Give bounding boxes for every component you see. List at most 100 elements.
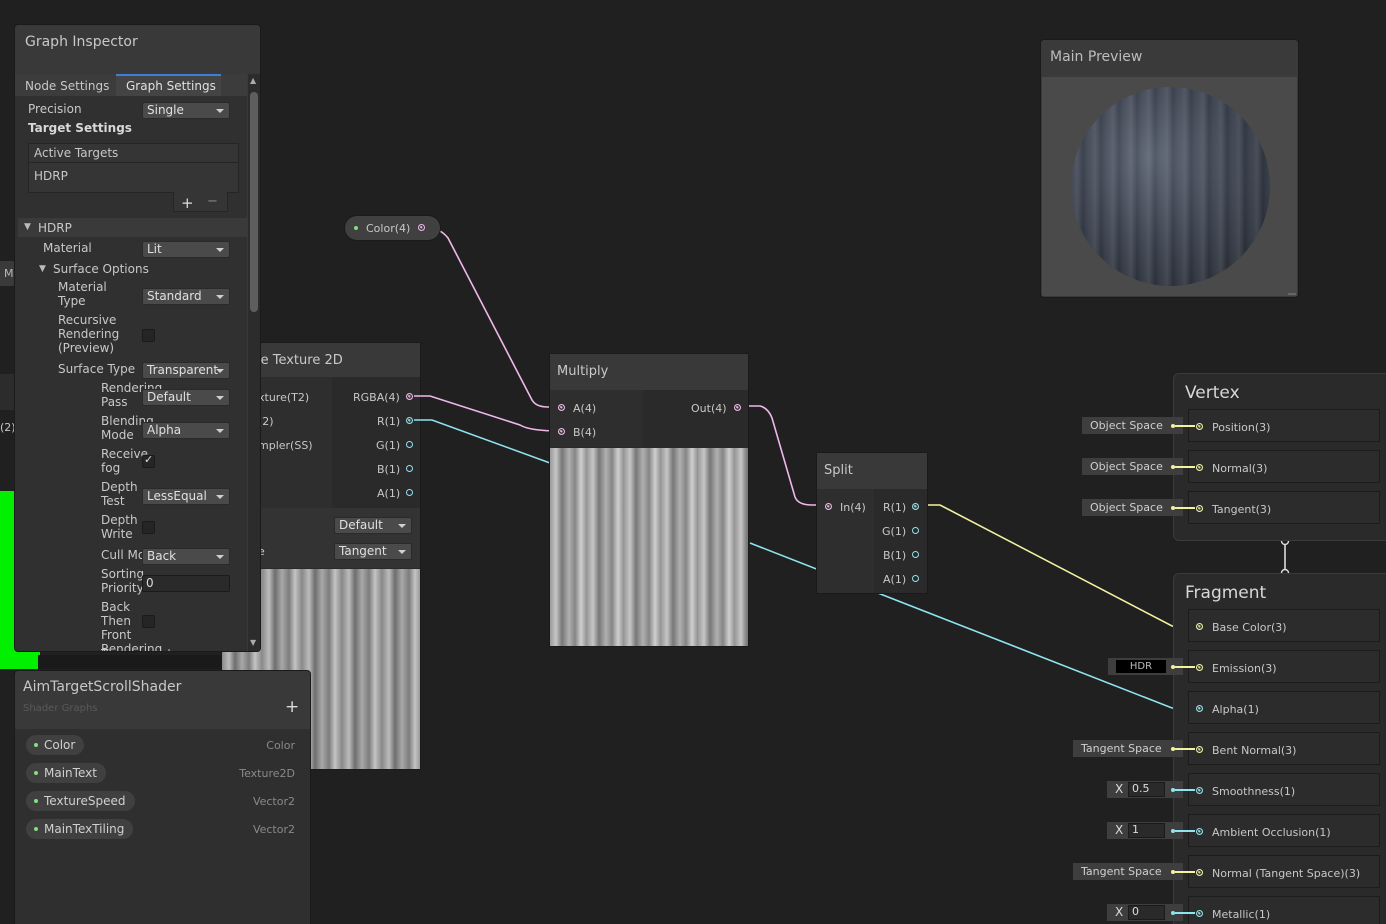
surface-type-dropdown[interactable]: Transparent (142, 362, 230, 379)
split-node[interactable]: Split In(4) R(1) G(1) B(1) A(1) (816, 452, 928, 594)
rendering-pass-dropdown[interactable]: Default (142, 389, 230, 406)
depth-test-label: Depth Test (101, 480, 138, 508)
split-out-a-port[interactable] (912, 575, 919, 582)
target-hdrp-item[interactable]: HDRP (34, 169, 68, 183)
resize-handle[interactable] (1288, 293, 1296, 295)
add-target-icon[interactable]: + (181, 194, 194, 212)
out-b-port[interactable] (406, 465, 413, 472)
out-a-label: A(1) (377, 487, 401, 500)
multiply-in-b-label: B(4) (573, 426, 597, 439)
main-preview-title: Main Preview (1050, 49, 1143, 65)
in-texture-label: xture(T2) (258, 391, 310, 404)
surface-options-label[interactable]: Surface Options (53, 262, 149, 276)
fragment-slot-label: Metallic(1) (1212, 908, 1271, 921)
inspector-scrollbar[interactable]: ▲ ▼ (248, 74, 260, 651)
blending-mode-dropdown[interactable]: Alpha (142, 422, 230, 439)
split-out-r-port[interactable] (912, 503, 919, 510)
sorting-priority-field[interactable]: 0 (142, 575, 230, 592)
blackboard-property-type: Texture2D (239, 767, 295, 780)
split-in-label: In(4) (840, 501, 866, 514)
main-preview-window[interactable]: Main Preview (1040, 39, 1299, 298)
multiply-in-a-port[interactable] (558, 404, 565, 411)
space-dropdown[interactable]: Object Space (1082, 458, 1183, 475)
blackboard-property[interactable]: TextureSpeed (26, 791, 135, 811)
blackboard[interactable]: AimTargetScrollShader Shader Graphs + Co… (14, 670, 311, 924)
vertex-slot-label: Tangent(3) (1212, 503, 1272, 516)
depth-test-dropdown[interactable]: LessEqual (142, 488, 230, 505)
receive-fog-checkbox[interactable]: ✓ (142, 453, 155, 468)
space-dropdown[interactable]: Object Space (1082, 499, 1183, 516)
slot-connector-line (1175, 507, 1195, 509)
fragment-slot-port[interactable] (1196, 705, 1203, 712)
depth-write-checkbox[interactable] (142, 521, 155, 534)
hdrp-foldout-icon[interactable]: ▼ (24, 222, 31, 232)
blackboard-property[interactable]: MainText (26, 763, 106, 783)
material-type-dropdown[interactable]: Standard (142, 288, 230, 305)
split-in-port[interactable] (825, 503, 832, 510)
vertex-slot-port[interactable] (1196, 505, 1203, 512)
fragment-slot-label: Bent Normal(3) (1212, 744, 1297, 757)
blackboard-property[interactable]: MainTexTiling (26, 819, 134, 839)
precision-dropdown[interactable]: Single (142, 102, 230, 119)
texture-type-dropdown[interactable]: Default (334, 517, 412, 534)
fragment-slot-label: Emission(3) (1212, 662, 1277, 675)
fragment-slot-port[interactable] (1196, 746, 1203, 753)
add-property-button[interactable]: + (285, 697, 299, 717)
remove-target-icon[interactable]: − (207, 194, 218, 209)
target-settings-heading: Target Settings (28, 121, 132, 135)
preview-viewport (1042, 77, 1297, 296)
fragment-slot-port[interactable] (1196, 623, 1203, 630)
scroll-up-icon[interactable]: ▲ (250, 76, 256, 85)
sample-texture-title: le Texture 2D (257, 353, 343, 368)
cull-mode-dropdown[interactable]: Back (142, 548, 230, 565)
multiply-node[interactable]: Multiply A(4) B(4) Out(4) (549, 353, 749, 647)
multiply-in-b-port[interactable] (558, 428, 565, 435)
out-r-port[interactable] (406, 417, 413, 424)
out-a-port[interactable] (406, 489, 413, 496)
scroll-thumb[interactable] (250, 92, 258, 312)
multiply-out-port[interactable] (734, 404, 741, 411)
split-out-b-port[interactable] (912, 551, 919, 558)
fragment-slot-port[interactable] (1196, 664, 1203, 671)
tab-node-settings[interactable]: Node Settings (25, 79, 109, 93)
material-dropdown[interactable]: Lit (142, 241, 230, 258)
split-out-b-label: B(1) (883, 549, 907, 562)
color-out-port[interactable] (418, 224, 425, 231)
back-then-front-checkbox[interactable] (142, 615, 155, 628)
graph-inspector[interactable]: Graph Inspector Node Settings Graph Sett… (14, 24, 261, 652)
partial-node-body (38, 655, 222, 669)
out-g-port[interactable] (406, 441, 413, 448)
fragment-slot-port[interactable] (1196, 910, 1203, 917)
slot-connector-line (1175, 466, 1195, 468)
out-b-label: B(1) (377, 463, 401, 476)
color-node-label: Color(4) (366, 222, 411, 235)
space-dropdown[interactable]: Object Space (1082, 417, 1183, 434)
blackboard-property-type: Vector2 (252, 823, 295, 836)
vertex-slot-port[interactable] (1196, 464, 1203, 471)
color-property-node[interactable]: Color(4) (344, 215, 441, 241)
tab-graph-settings[interactable]: Graph Settings (126, 79, 216, 93)
split-out-r-label: R(1) (883, 501, 907, 514)
fragment-slot-port[interactable] (1196, 869, 1203, 876)
vertex-slot-label: Normal(3) (1212, 462, 1268, 475)
out-r-label: R(1) (377, 415, 401, 428)
inspector-title: Graph Inspector (25, 34, 138, 50)
hdrp-section-label[interactable]: HDRP (38, 221, 72, 235)
recursive-rendering-label: Recursive Rendering (Preview) (58, 313, 120, 355)
surface-options-foldout-icon[interactable]: ▼ (39, 264, 46, 274)
fragment-slot-port[interactable] (1196, 787, 1203, 794)
space-dropdown[interactable]: Tangent Space (1073, 863, 1183, 880)
space-dropdown[interactable]: Tangent Space (1073, 740, 1183, 757)
out-rgba-label: RGBA(4) (353, 391, 400, 404)
split-out-g-label: G(1) (882, 525, 907, 538)
normal-space-dropdown[interactable]: Tangent (334, 543, 412, 560)
recursive-rendering-checkbox[interactable] (142, 329, 155, 342)
out-rgba-port[interactable] (406, 393, 413, 400)
partial-node-tab: M (0, 261, 15, 286)
scroll-down-icon[interactable]: ▼ (250, 638, 256, 647)
blackboard-property[interactable]: Color (26, 735, 85, 755)
vertex-slot-port[interactable] (1196, 423, 1203, 430)
blackboard-subtitle: Shader Graphs (23, 703, 98, 714)
split-out-g-port[interactable] (912, 527, 919, 534)
fragment-slot-port[interactable] (1196, 828, 1203, 835)
